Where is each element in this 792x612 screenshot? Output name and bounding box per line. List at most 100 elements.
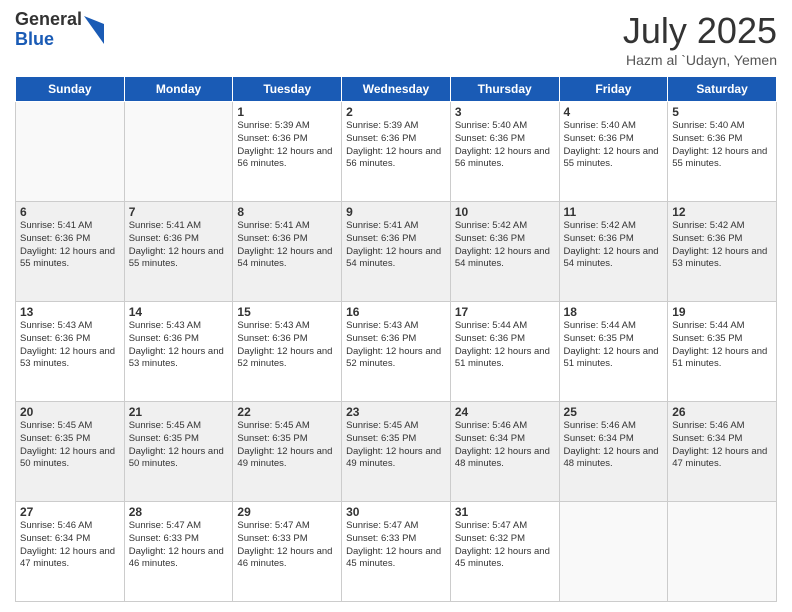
calendar-day-cell: 14Sunrise: 5:43 AM Sunset: 6:36 PM Dayli… [124,302,233,402]
day-number: 20 [20,405,120,419]
day-info: Sunrise: 5:45 AM Sunset: 6:35 PM Dayligh… [129,420,229,471]
day-info: Sunrise: 5:47 AM Sunset: 6:32 PM Dayligh… [455,520,555,571]
calendar-day-cell: 2Sunrise: 5:39 AM Sunset: 6:36 PM Daylig… [342,102,451,202]
day-info: Sunrise: 5:42 AM Sunset: 6:36 PM Dayligh… [672,220,772,271]
day-info: Sunrise: 5:47 AM Sunset: 6:33 PM Dayligh… [237,520,337,571]
day-info: Sunrise: 5:42 AM Sunset: 6:36 PM Dayligh… [564,220,664,271]
day-info: Sunrise: 5:41 AM Sunset: 6:36 PM Dayligh… [346,220,446,271]
calendar-day-cell: 24Sunrise: 5:46 AM Sunset: 6:34 PM Dayli… [450,402,559,502]
calendar-day-cell: 22Sunrise: 5:45 AM Sunset: 6:35 PM Dayli… [233,402,342,502]
day-info: Sunrise: 5:47 AM Sunset: 6:33 PM Dayligh… [346,520,446,571]
calendar-day-cell: 3Sunrise: 5:40 AM Sunset: 6:36 PM Daylig… [450,102,559,202]
calendar-day-cell: 26Sunrise: 5:46 AM Sunset: 6:34 PM Dayli… [668,402,777,502]
day-info: Sunrise: 5:43 AM Sunset: 6:36 PM Dayligh… [237,320,337,371]
day-number: 2 [346,105,446,119]
location: Hazm al `Udayn, Yemen [623,52,777,68]
day-info: Sunrise: 5:46 AM Sunset: 6:34 PM Dayligh… [455,420,555,471]
calendar-day-cell: 28Sunrise: 5:47 AM Sunset: 6:33 PM Dayli… [124,502,233,602]
day-number: 28 [129,505,229,519]
weekday-header-row: Sunday Monday Tuesday Wednesday Thursday… [16,77,777,102]
day-number: 6 [20,205,120,219]
calendar-day-cell: 23Sunrise: 5:45 AM Sunset: 6:35 PM Dayli… [342,402,451,502]
day-info: Sunrise: 5:44 AM Sunset: 6:36 PM Dayligh… [455,320,555,371]
day-info: Sunrise: 5:41 AM Sunset: 6:36 PM Dayligh… [237,220,337,271]
calendar-day-cell [16,102,125,202]
calendar-day-cell: 31Sunrise: 5:47 AM Sunset: 6:32 PM Dayli… [450,502,559,602]
calendar-day-cell: 13Sunrise: 5:43 AM Sunset: 6:36 PM Dayli… [16,302,125,402]
day-info: Sunrise: 5:43 AM Sunset: 6:36 PM Dayligh… [129,320,229,371]
header: General Blue July 2025 Hazm al `Udayn, Y… [15,10,777,68]
calendar-day-cell: 17Sunrise: 5:44 AM Sunset: 6:36 PM Dayli… [450,302,559,402]
day-info: Sunrise: 5:47 AM Sunset: 6:33 PM Dayligh… [129,520,229,571]
day-number: 31 [455,505,555,519]
day-info: Sunrise: 5:39 AM Sunset: 6:36 PM Dayligh… [237,120,337,171]
title-area: July 2025 Hazm al `Udayn, Yemen [623,10,777,68]
calendar-day-cell: 11Sunrise: 5:42 AM Sunset: 6:36 PM Dayli… [559,202,668,302]
logo-icon [84,16,104,44]
calendar-day-cell: 29Sunrise: 5:47 AM Sunset: 6:33 PM Dayli… [233,502,342,602]
day-number: 29 [237,505,337,519]
calendar-week-row: 20Sunrise: 5:45 AM Sunset: 6:35 PM Dayli… [16,402,777,502]
logo-blue: Blue [15,30,82,50]
calendar-week-row: 6 Sunrise: 5:41 AM Sunset: 6:36 PM Daylig… [16,202,777,302]
calendar-week-row: 13Sunrise: 5:43 AM Sunset: 6:36 PM Dayli… [16,302,777,402]
calendar-day-cell: 16Sunrise: 5:43 AM Sunset: 6:36 PM Dayli… [342,302,451,402]
day-number: 14 [129,305,229,319]
day-number: 27 [20,505,120,519]
day-number: 22 [237,405,337,419]
calendar-day-cell [559,502,668,602]
day-info: Sunrise: 5:43 AM Sunset: 6:36 PM Dayligh… [346,320,446,371]
day-info: Sunrise: 5:40 AM Sunset: 6:36 PM Dayligh… [672,120,772,171]
day-number: 23 [346,405,446,419]
calendar-week-row: 27Sunrise: 5:46 AM Sunset: 6:34 PM Dayli… [16,502,777,602]
day-info: Sunrise: 5:39 AM Sunset: 6:36 PM Dayligh… [346,120,446,171]
day-number: 25 [564,405,664,419]
day-number: 10 [455,205,555,219]
header-saturday: Saturday [668,77,777,102]
day-number: 12 [672,205,772,219]
day-info: Sunrise: 5:45 AM Sunset: 6:35 PM Dayligh… [346,420,446,471]
calendar-day-cell: 27Sunrise: 5:46 AM Sunset: 6:34 PM Dayli… [16,502,125,602]
header-sunday: Sunday [16,77,125,102]
day-info: Sunrise: 5:44 AM Sunset: 6:35 PM Dayligh… [672,320,772,371]
day-info: Sunrise: 5:46 AM Sunset: 6:34 PM Dayligh… [20,520,120,571]
day-info: Sunrise: 5:45 AM Sunset: 6:35 PM Dayligh… [20,420,120,471]
day-number: 8 [237,205,337,219]
day-number: 4 [564,105,664,119]
logo-text: General Blue [15,10,82,50]
day-info: Sunrise: 5:43 AM Sunset: 6:36 PM Dayligh… [20,320,120,371]
calendar-day-cell: 1Sunrise: 5:39 AM Sunset: 6:36 PM Daylig… [233,102,342,202]
calendar-day-cell: 6Sunrise: 5:41 AM Sunset: 6:36 PM Daylig… [16,202,125,302]
logo-general: General [15,10,82,30]
day-number: 18 [564,305,664,319]
calendar-day-cell: 8Sunrise: 5:41 AM Sunset: 6:36 PM Daylig… [233,202,342,302]
day-number: 30 [346,505,446,519]
calendar-day-cell: 21Sunrise: 5:45 AM Sunset: 6:35 PM Dayli… [124,402,233,502]
day-info: Sunrise: 5:45 AM Sunset: 6:35 PM Dayligh… [237,420,337,471]
day-info: Sunrise: 5:40 AM Sunset: 6:36 PM Dayligh… [455,120,555,171]
calendar-day-cell: 18Sunrise: 5:44 AM Sunset: 6:35 PM Dayli… [559,302,668,402]
header-tuesday: Tuesday [233,77,342,102]
day-number: 11 [564,205,664,219]
day-info: Sunrise: 5:40 AM Sunset: 6:36 PM Dayligh… [564,120,664,171]
calendar-table: Sunday Monday Tuesday Wednesday Thursday… [15,76,777,602]
day-number: 24 [455,405,555,419]
month-title: July 2025 [623,10,777,52]
calendar-day-cell: 4Sunrise: 5:40 AM Sunset: 6:36 PM Daylig… [559,102,668,202]
day-info: Sunrise: 5:41 AM Sunset: 6:36 PM Dayligh… [129,220,229,271]
day-number: 16 [346,305,446,319]
calendar-day-cell: 9Sunrise: 5:41 AM Sunset: 6:36 PM Daylig… [342,202,451,302]
day-number: 9 [346,205,446,219]
calendar-day-cell: 7Sunrise: 5:41 AM Sunset: 6:36 PM Daylig… [124,202,233,302]
header-wednesday: Wednesday [342,77,451,102]
day-number: 19 [672,305,772,319]
day-number: 7 [129,205,229,219]
calendar-day-cell: 30Sunrise: 5:47 AM Sunset: 6:33 PM Dayli… [342,502,451,602]
day-info: Sunrise: 5:44 AM Sunset: 6:35 PM Dayligh… [564,320,664,371]
calendar-day-cell: 5Sunrise: 5:40 AM Sunset: 6:36 PM Daylig… [668,102,777,202]
day-number: 26 [672,405,772,419]
calendar-page: General Blue July 2025 Hazm al `Udayn, Y… [0,0,792,612]
header-monday: Monday [124,77,233,102]
calendar-day-cell: 12Sunrise: 5:42 AM Sunset: 6:36 PM Dayli… [668,202,777,302]
day-number: 5 [672,105,772,119]
